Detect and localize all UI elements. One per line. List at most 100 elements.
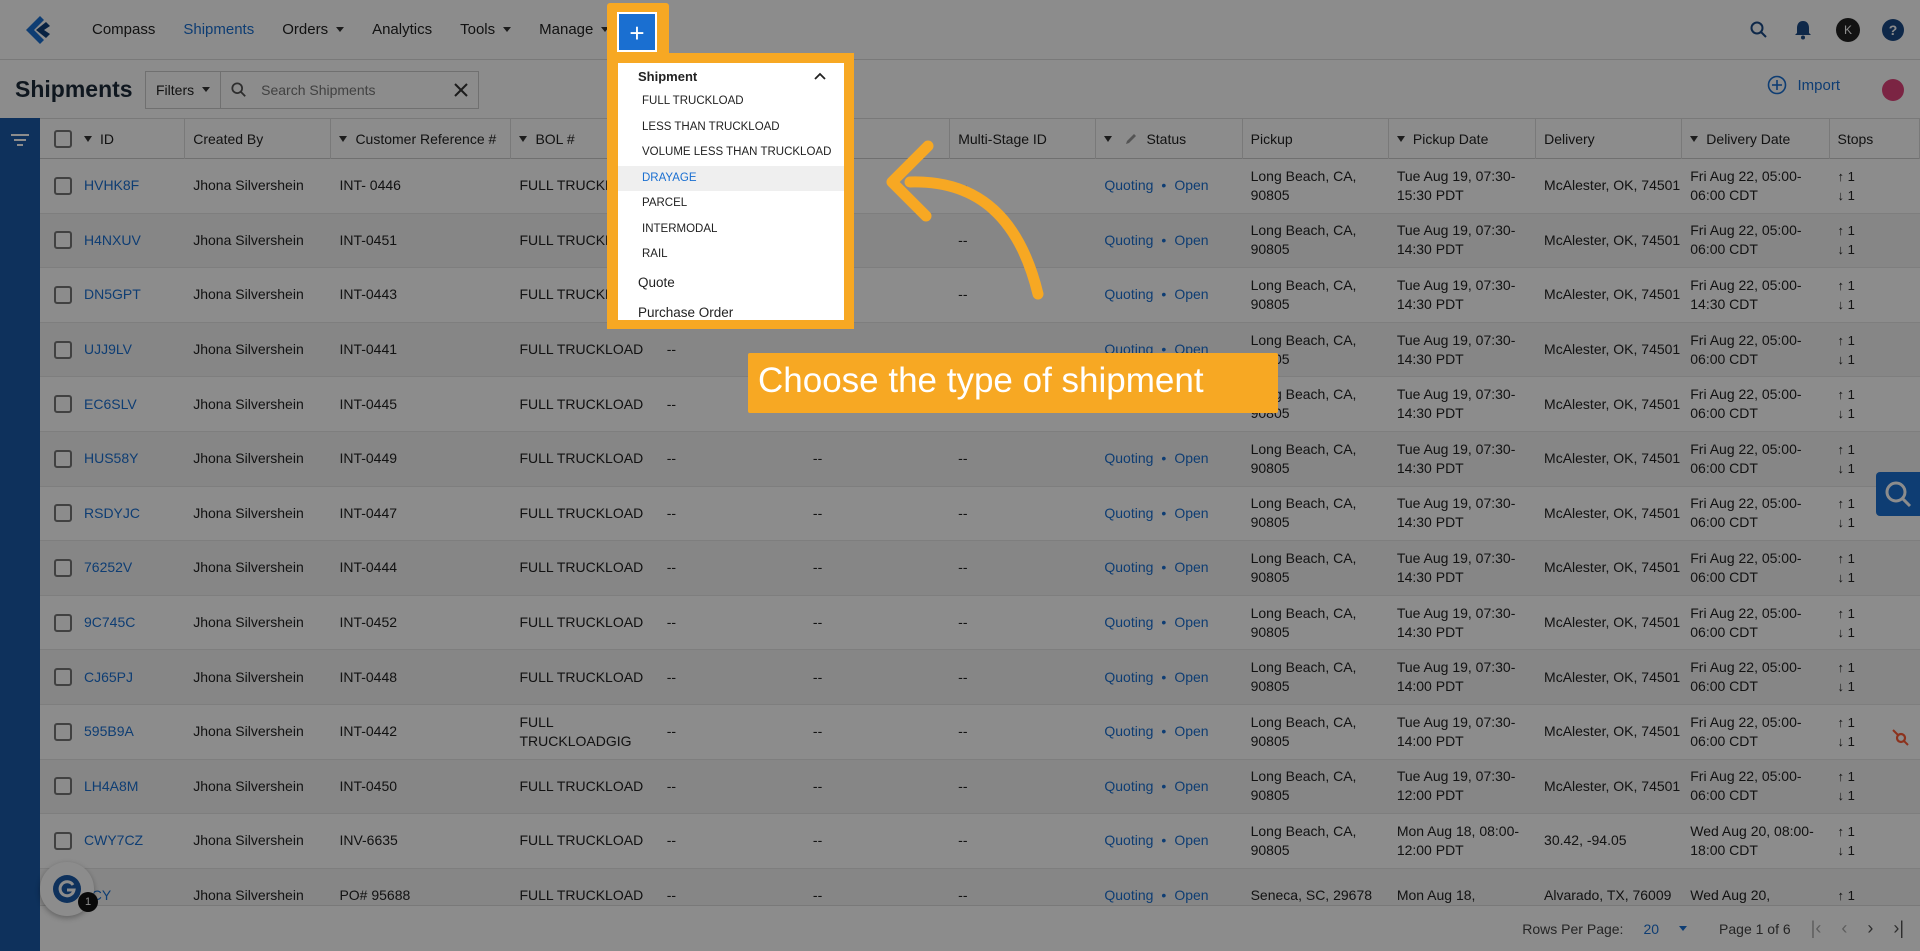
import-button[interactable]: Import: [1767, 75, 1840, 95]
cell-id[interactable]: CWY7CZ: [40, 814, 185, 868]
nav-compass[interactable]: Compass: [78, 0, 169, 60]
shipment-id-link[interactable]: H4NXUV: [84, 231, 141, 250]
create-new-button[interactable]: +: [617, 12, 657, 52]
cell-status[interactable]: Quoting • Open: [1096, 541, 1242, 595]
cell-id[interactable]: HVHK8F: [40, 159, 185, 213]
cell-status[interactable]: Quoting • Open: [1096, 705, 1242, 759]
menu-item-rail[interactable]: RAIL: [618, 242, 844, 268]
app-logo[interactable]: [18, 10, 58, 50]
cell-status[interactable]: Quoting • Open: [1096, 268, 1242, 322]
select-all-checkbox[interactable]: [54, 130, 72, 148]
header-status[interactable]: Status: [1096, 119, 1243, 159]
row-checkbox[interactable]: [54, 613, 72, 632]
cell-status[interactable]: Quoting • Open: [1096, 596, 1242, 650]
menu-section-shipment[interactable]: Shipment: [618, 63, 844, 89]
avatar[interactable]: K: [1836, 18, 1860, 42]
shipment-id-link[interactable]: EC6SLV: [84, 395, 137, 414]
header-created-by[interactable]: Created By: [185, 119, 332, 159]
menu-item-volume-ltl[interactable]: VOLUME LESS THAN TRUCKLOAD: [618, 140, 844, 166]
table-row[interactable]: CJ65PJ Jhona Silvershein INT-0448 FULL TRUC…: [40, 650, 1920, 705]
menu-item-less-than-truckload[interactable]: LESS THAN TRUCKLOAD: [618, 115, 844, 141]
filters-button[interactable]: Filters: [145, 70, 222, 109]
header-id[interactable]: ID: [40, 119, 186, 159]
next-page-icon[interactable]: ›: [1867, 918, 1873, 939]
shipment-id-link[interactable]: RSDYJC: [84, 504, 140, 523]
row-checkbox[interactable]: [54, 668, 72, 687]
close-icon[interactable]: [454, 82, 468, 97]
shipment-id-link[interactable]: 9C745C: [84, 613, 135, 632]
table-row[interactable]: RSDYJC Jhona Silvershein INT-0447 FULL TRUC…: [40, 486, 1920, 542]
row-checkbox[interactable]: [54, 777, 72, 796]
menu-item-intermodal[interactable]: INTERMODAL: [618, 217, 844, 243]
nav-orders[interactable]: Orders: [268, 0, 358, 60]
sort-icon[interactable]: [1690, 136, 1699, 142]
nav-tools[interactable]: Tools: [446, 0, 525, 60]
menu-item-parcel[interactable]: PARCEL: [618, 191, 844, 217]
cell-status[interactable]: Quoting • Open: [1096, 487, 1242, 541]
row-checkbox[interactable]: [54, 831, 72, 850]
row-checkbox[interactable]: [54, 449, 72, 468]
header-stops[interactable]: Stops: [1830, 119, 1920, 159]
row-checkbox[interactable]: [54, 340, 72, 359]
row-checkbox[interactable]: [54, 395, 72, 414]
sort-icon[interactable]: [84, 136, 92, 142]
shipment-id-link[interactable]: LH4A8M: [84, 777, 138, 796]
help-icon[interactable]: ?: [1882, 19, 1904, 41]
filter-icon[interactable]: [10, 132, 30, 148]
cell-status[interactable]: Quoting • Open: [1096, 760, 1242, 814]
sort-icon[interactable]: [519, 136, 528, 142]
search-input[interactable]: Search Shipments: [221, 70, 480, 109]
row-checkbox[interactable]: [54, 722, 72, 741]
row-checkbox[interactable]: [54, 504, 72, 523]
cell-status[interactable]: Quoting • Open: [1096, 650, 1242, 704]
shipment-id-link[interactable]: CJ65PJ: [84, 668, 133, 687]
cell-status[interactable]: Quoting • Open: [1096, 432, 1242, 486]
sort-icon[interactable]: [1396, 136, 1405, 142]
table-row[interactable]: CWY7CZ Jhona Silvershein INV-6635 FULL TRUC…: [40, 814, 1920, 869]
shipment-id-link[interactable]: CWY7CZ: [84, 831, 143, 850]
row-checkbox[interactable]: [54, 558, 72, 577]
shipment-id-link[interactable]: HUS58Y: [84, 449, 138, 468]
header-customer-ref[interactable]: Customer Reference #: [331, 119, 512, 159]
cell-id[interactable]: 9C745C: [40, 596, 185, 650]
table-row[interactable]: LH4A8M Jhona Silvershein INT-0450 FULL TRUC…: [40, 759, 1920, 815]
cell-id[interactable]: DN5GPT: [40, 268, 185, 322]
table-row[interactable]: 76252V Jhona Silvershein INT-0444 FULL TRUC…: [40, 541, 1920, 596]
cell-id[interactable]: H4NXUV: [40, 214, 185, 268]
menu-item-purchase-order[interactable]: Purchase Order: [618, 298, 844, 321]
prev-page-icon[interactable]: ‹: [1841, 918, 1847, 939]
cell-status[interactable]: Quoting • Open: [1096, 159, 1242, 213]
search-icon[interactable]: [1748, 19, 1770, 41]
bell-icon[interactable]: [1792, 19, 1814, 41]
cell-status[interactable]: Quoting • Open: [1096, 214, 1242, 268]
row-checkbox[interactable]: [54, 176, 72, 195]
header-pickup-date[interactable]: Pickup Date: [1389, 119, 1537, 159]
sort-icon[interactable]: [1104, 136, 1113, 142]
cell-id[interactable]: 595B9A: [40, 705, 185, 759]
pencil-icon[interactable]: [1124, 132, 1138, 146]
menu-item-quote[interactable]: Quote: [618, 268, 844, 298]
menu-item-drayage[interactable]: DRAYAGE: [618, 165, 844, 191]
rows-per-page-select[interactable]: 20: [1643, 921, 1688, 937]
cell-id[interactable]: RSDYJC: [40, 487, 185, 541]
header-delivery[interactable]: Delivery: [1536, 119, 1683, 159]
first-page-icon[interactable]: |‹: [1811, 918, 1822, 939]
cell-id[interactable]: EC6SLV: [40, 377, 185, 431]
table-row[interactable]: 595B9A Jhona Silvershein INT-0442 FULL TRUC…: [40, 704, 1920, 760]
star-badge-icon[interactable]: [1882, 79, 1904, 101]
shipment-id-link[interactable]: 595B9A: [84, 722, 134, 741]
zoom-assist-button[interactable]: [1876, 472, 1920, 516]
shipment-id-link[interactable]: DN5GPT: [84, 285, 141, 304]
row-checkbox[interactable]: [54, 285, 72, 304]
shipment-id-link[interactable]: UJJ9LV: [84, 340, 132, 359]
cell-id[interactable]: CJ65PJ: [40, 650, 185, 704]
hubspot-icon[interactable]: [1880, 720, 1920, 754]
menu-item-full-truckload[interactable]: FULL TRUCKLOAD: [618, 89, 844, 115]
shipment-id-link[interactable]: 76252V: [84, 558, 132, 577]
sort-icon[interactable]: [339, 136, 348, 142]
cell-id[interactable]: LH4A8M: [40, 760, 185, 814]
last-page-icon[interactable]: ›|: [1893, 918, 1904, 939]
cell-id[interactable]: 76252V: [40, 541, 185, 595]
nav-shipments[interactable]: Shipments: [169, 0, 268, 60]
header-delivery-date[interactable]: Delivery Date: [1682, 119, 1830, 159]
